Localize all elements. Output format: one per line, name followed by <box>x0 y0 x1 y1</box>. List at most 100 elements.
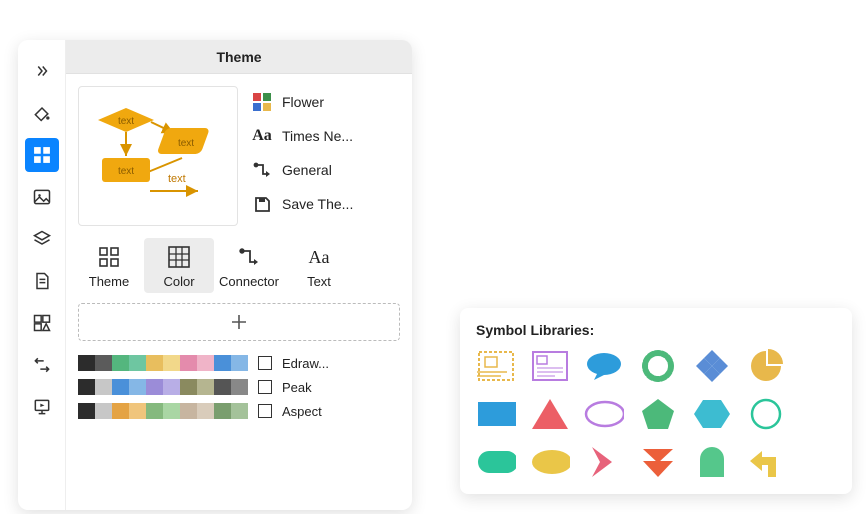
shapes-tool[interactable] <box>25 306 59 340</box>
palette-row-aspect[interactable]: Aspect <box>78 403 400 419</box>
svg-text:text: text <box>118 116 134 127</box>
shapes-icon <box>32 313 52 333</box>
color-swatch[interactable] <box>197 403 214 419</box>
color-swatch[interactable] <box>95 355 112 371</box>
palette-name: Peak <box>282 380 312 395</box>
symbol-stamp[interactable] <box>476 348 516 384</box>
theme-option-flower[interactable]: Flower <box>252 92 400 112</box>
symbol-libraries-panel: Symbol Libraries: <box>460 308 852 494</box>
theme-option-label: Times Ne... <box>282 128 353 144</box>
palette-row-edraw[interactable]: Edraw... <box>78 355 400 371</box>
color-swatch[interactable] <box>146 379 163 395</box>
chevron-right-icon <box>33 62 51 80</box>
save-icon <box>252 194 272 214</box>
color-swatch[interactable] <box>146 355 163 371</box>
color-swatch[interactable] <box>180 355 197 371</box>
layers-tool[interactable] <box>25 222 59 256</box>
symbol-pentagon[interactable] <box>638 396 678 432</box>
color-swatch[interactable] <box>129 403 146 419</box>
color-swatch[interactable] <box>112 379 129 395</box>
color-swatch[interactable] <box>95 403 112 419</box>
symbol-chevron-right[interactable] <box>584 444 624 480</box>
color-swatch[interactable] <box>112 403 129 419</box>
palette-checkbox[interactable] <box>258 380 272 394</box>
sub-tab-theme[interactable]: Theme <box>74 238 144 293</box>
color-swatch[interactable] <box>180 379 197 395</box>
color-swatch[interactable] <box>214 403 231 419</box>
svg-text:text: text <box>168 173 186 185</box>
fill-icon <box>32 103 52 123</box>
palette-row-peak[interactable]: Peak <box>78 379 400 395</box>
symbol-oval-outline[interactable] <box>584 396 624 432</box>
color-swatch[interactable] <box>129 355 146 371</box>
symbol-circle-outline[interactable] <box>746 396 786 432</box>
palette-swatches <box>78 379 248 395</box>
fill-tool[interactable] <box>25 96 59 130</box>
symbol-triangle[interactable] <box>530 396 570 432</box>
theme-preview[interactable]: text text text text <box>78 86 238 226</box>
grid-fill-icon <box>168 246 190 268</box>
symbol-rounded-rect[interactable] <box>476 444 516 480</box>
symbol-ellipse[interactable] <box>530 444 570 480</box>
color-swatch[interactable] <box>231 355 248 371</box>
color-swatch[interactable] <box>214 379 231 395</box>
color-swatch[interactable] <box>78 355 95 371</box>
symbol-pie[interactable] <box>746 348 786 384</box>
color-swatch[interactable] <box>231 403 248 419</box>
sub-tabs: Theme Color Connector Aa Text <box>66 238 412 303</box>
color-swatch[interactable] <box>163 379 180 395</box>
color-swatch[interactable] <box>231 379 248 395</box>
palette-swatches <box>78 355 248 371</box>
theme-option-label: Save The... <box>282 196 353 212</box>
color-swatch[interactable] <box>78 379 95 395</box>
palette-list: Edraw... Peak Aspect <box>66 355 412 419</box>
image-tool[interactable] <box>25 180 59 214</box>
symbol-arch[interactable] <box>692 444 732 480</box>
color-swatch[interactable] <box>197 355 214 371</box>
presentation-tool[interactable] <box>25 390 59 424</box>
sub-tab-label: Color <box>144 274 214 289</box>
grid-icon <box>32 145 52 165</box>
sub-tab-text[interactable]: Aa Text <box>284 238 354 293</box>
color-swatch[interactable] <box>214 355 231 371</box>
sub-tab-connector[interactable]: Connector <box>214 238 284 293</box>
image-icon <box>32 187 52 207</box>
color-swatch[interactable] <box>129 379 146 395</box>
color-swatch[interactable] <box>197 379 214 395</box>
sub-tab-color[interactable]: Color <box>144 238 214 293</box>
palette-checkbox[interactable] <box>258 356 272 370</box>
color-swatch[interactable] <box>180 403 197 419</box>
theme-option-font[interactable]: Aa Times Ne... <box>252 126 400 146</box>
components-tool[interactable] <box>25 138 59 172</box>
symbol-speech[interactable] <box>584 348 624 384</box>
color-swatch[interactable] <box>163 403 180 419</box>
color-swatch[interactable] <box>163 355 180 371</box>
symbol-arrow-left-turn[interactable] <box>746 444 786 480</box>
symbol-hexagon[interactable] <box>692 396 732 432</box>
expand-button[interactable] <box>25 54 59 88</box>
theme-option-save[interactable]: Save The... <box>252 194 400 214</box>
color-swatch[interactable] <box>112 355 129 371</box>
theme-top-section: text text text text <box>66 74 412 238</box>
sub-tab-label: Text <box>284 274 354 289</box>
color-swatch[interactable] <box>78 403 95 419</box>
palette-checkbox[interactable] <box>258 404 272 418</box>
arrange-icon <box>32 355 52 375</box>
document-tool[interactable] <box>25 264 59 298</box>
panel-title: Theme <box>66 40 412 74</box>
symbol-chevron-down[interactable] <box>638 444 678 480</box>
symbol-diamonds[interactable] <box>692 348 732 384</box>
arrange-tool[interactable] <box>25 348 59 382</box>
palette-name: Aspect <box>282 404 322 419</box>
color-swatch[interactable] <box>146 403 163 419</box>
color-swatch[interactable] <box>95 379 112 395</box>
font-icon: Aa <box>252 126 272 146</box>
svg-text:text: text <box>178 138 194 149</box>
theme-option-connector[interactable]: General <box>252 160 400 180</box>
left-toolbar <box>18 40 66 510</box>
symbol-rectangle[interactable] <box>476 396 516 432</box>
add-palette-button[interactable] <box>78 303 400 341</box>
symbol-scallop-circle[interactable] <box>638 348 678 384</box>
symbol-card[interactable] <box>530 348 570 384</box>
palette-name: Edraw... <box>282 356 329 371</box>
